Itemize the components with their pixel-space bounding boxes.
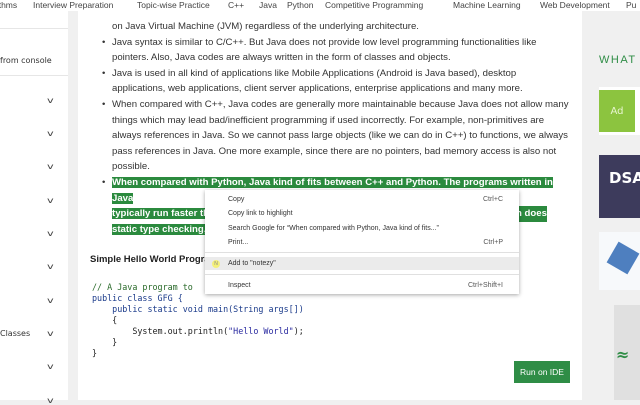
menu-label: Search Google for “When compared with Py…: [228, 225, 439, 232]
menu-label: Copy: [228, 196, 245, 203]
chevron-down-icon[interactable]: v: [47, 129, 54, 138]
divider: [0, 28, 68, 29]
nav-link[interactable]: Python: [287, 0, 313, 10]
menu-shortcut: Ctrl+C: [482, 196, 503, 203]
bullet-icon: •: [102, 176, 106, 188]
nav-link[interactable]: rithms: [0, 0, 17, 10]
chevron-down-icon[interactable]: v: [47, 229, 54, 238]
nav-link[interactable]: C++: [228, 0, 244, 10]
sidebar-item[interactable]: from console: [0, 56, 68, 65]
menu-item-add-to-notezy[interactable]: N Add to "notezy": [205, 257, 519, 270]
selected-text[interactable]: static type checking,: [112, 223, 207, 235]
chevron-down-icon[interactable]: v: [47, 329, 54, 338]
bullet-icon: •: [102, 98, 106, 110]
code-line: }: [92, 348, 98, 358]
menu-label: Print...: [228, 239, 249, 246]
nav-link[interactable]: Java: [259, 0, 277, 10]
code-line: public class GFG {: [92, 293, 183, 303]
top-navigation: rithms Interview Preparation Topic-wise …: [0, 0, 640, 11]
right-sidebar: WHAT Ad DSA ≈: [582, 8, 640, 400]
section-heading: WHAT: [599, 54, 637, 66]
nav-link[interactable]: Topic-wise Practice: [137, 0, 210, 10]
menu-separator: [205, 274, 519, 275]
menu-item-copy[interactable]: Copy Ctrl+C: [205, 193, 519, 206]
selected-text[interactable]: n does: [516, 206, 547, 222]
menu-label: Inspect: [228, 282, 251, 289]
bullet-icon: •: [102, 67, 106, 79]
list-text: on Java Virtual Machine (JVM) regardless…: [112, 21, 419, 32]
notezy-icon: N: [212, 260, 220, 268]
menu-item-copy-link[interactable]: Copy link to highlight: [205, 207, 519, 220]
calculator-icon: [606, 241, 640, 275]
bullet-icon: •: [102, 36, 106, 48]
code-string: "Hello World": [228, 326, 294, 336]
context-menu: Copy Ctrl+C Copy link to highlight Search…: [205, 190, 519, 294]
menu-label: Copy link to highlight: [228, 210, 293, 217]
nav-link[interactable]: Interview Preparation: [33, 0, 113, 10]
menu-label: Add to "notezy": [228, 260, 276, 267]
code-line: System.out.println(: [92, 326, 229, 336]
nav-link[interactable]: Competitive Programming: [325, 0, 423, 10]
menu-shortcut: Ctrl+P: [483, 239, 503, 246]
menu-shortcut: Ctrl+Shift+I: [467, 282, 503, 289]
chevron-down-icon[interactable]: v: [47, 196, 54, 205]
sidebar-item[interactable]: Classes: [0, 329, 68, 338]
chevron-down-icon[interactable]: v: [47, 362, 54, 371]
menu-item-inspect[interactable]: Inspect Ctrl+Shift+I: [205, 279, 519, 292]
sidebar: from console v v v v v v v Classes v v v: [0, 8, 68, 405]
ad-label: Ad: [599, 90, 635, 132]
code-line: // A Java program to: [92, 282, 193, 292]
list-text: Java syntax is similar to C/C++. But Jav…: [112, 36, 537, 64]
dsa-course-banner[interactable]: DSA: [599, 155, 640, 218]
ad-banner[interactable]: Ad: [599, 87, 640, 135]
menu-item-search-google[interactable]: Search Google for “When compared with Py…: [205, 222, 519, 235]
chevron-down-icon[interactable]: v: [47, 396, 54, 405]
nav-link[interactable]: Web Development: [540, 0, 610, 10]
code-line: {: [92, 315, 118, 325]
chevron-down-icon[interactable]: v: [47, 262, 54, 271]
list-text: When compared with C++, Java codes are g…: [112, 98, 569, 173]
list-item: • Java is used in all kind of application…: [78, 66, 582, 97]
nav-link[interactable]: Pu: [626, 0, 636, 10]
divider: [0, 75, 68, 76]
chevron-down-icon[interactable]: v: [47, 296, 54, 305]
menu-item-print[interactable]: Print... Ctrl+P: [205, 236, 519, 249]
list-item: • When compared with C++, Java codes are …: [78, 97, 582, 175]
run-on-ide-button[interactable]: Run on IDE: [514, 361, 570, 383]
code-line: public static void main(String args[]): [92, 304, 304, 314]
code-line: );: [293, 326, 304, 336]
list-text: Java is used in all kind of applications…: [112, 67, 523, 95]
section-heading: Simple Hello World Progra: [90, 254, 210, 265]
list-item: on Java Virtual Machine (JVM) regardless…: [78, 19, 582, 35]
gfg-logo-icon: ≈: [616, 345, 630, 364]
chevron-down-icon[interactable]: v: [47, 96, 54, 105]
code-line: }: [92, 337, 118, 347]
selected-text[interactable]: typically run faster th: [112, 208, 210, 220]
menu-separator: [205, 252, 519, 253]
nav-link[interactable]: Machine Learning: [453, 0, 521, 10]
chevron-down-icon[interactable]: v: [47, 162, 54, 171]
gfg-banner[interactable]: ≈: [614, 305, 640, 400]
course-banner[interactable]: [599, 232, 640, 290]
list-item: • Java syntax is similar to C/C++. But Ja…: [78, 35, 582, 66]
